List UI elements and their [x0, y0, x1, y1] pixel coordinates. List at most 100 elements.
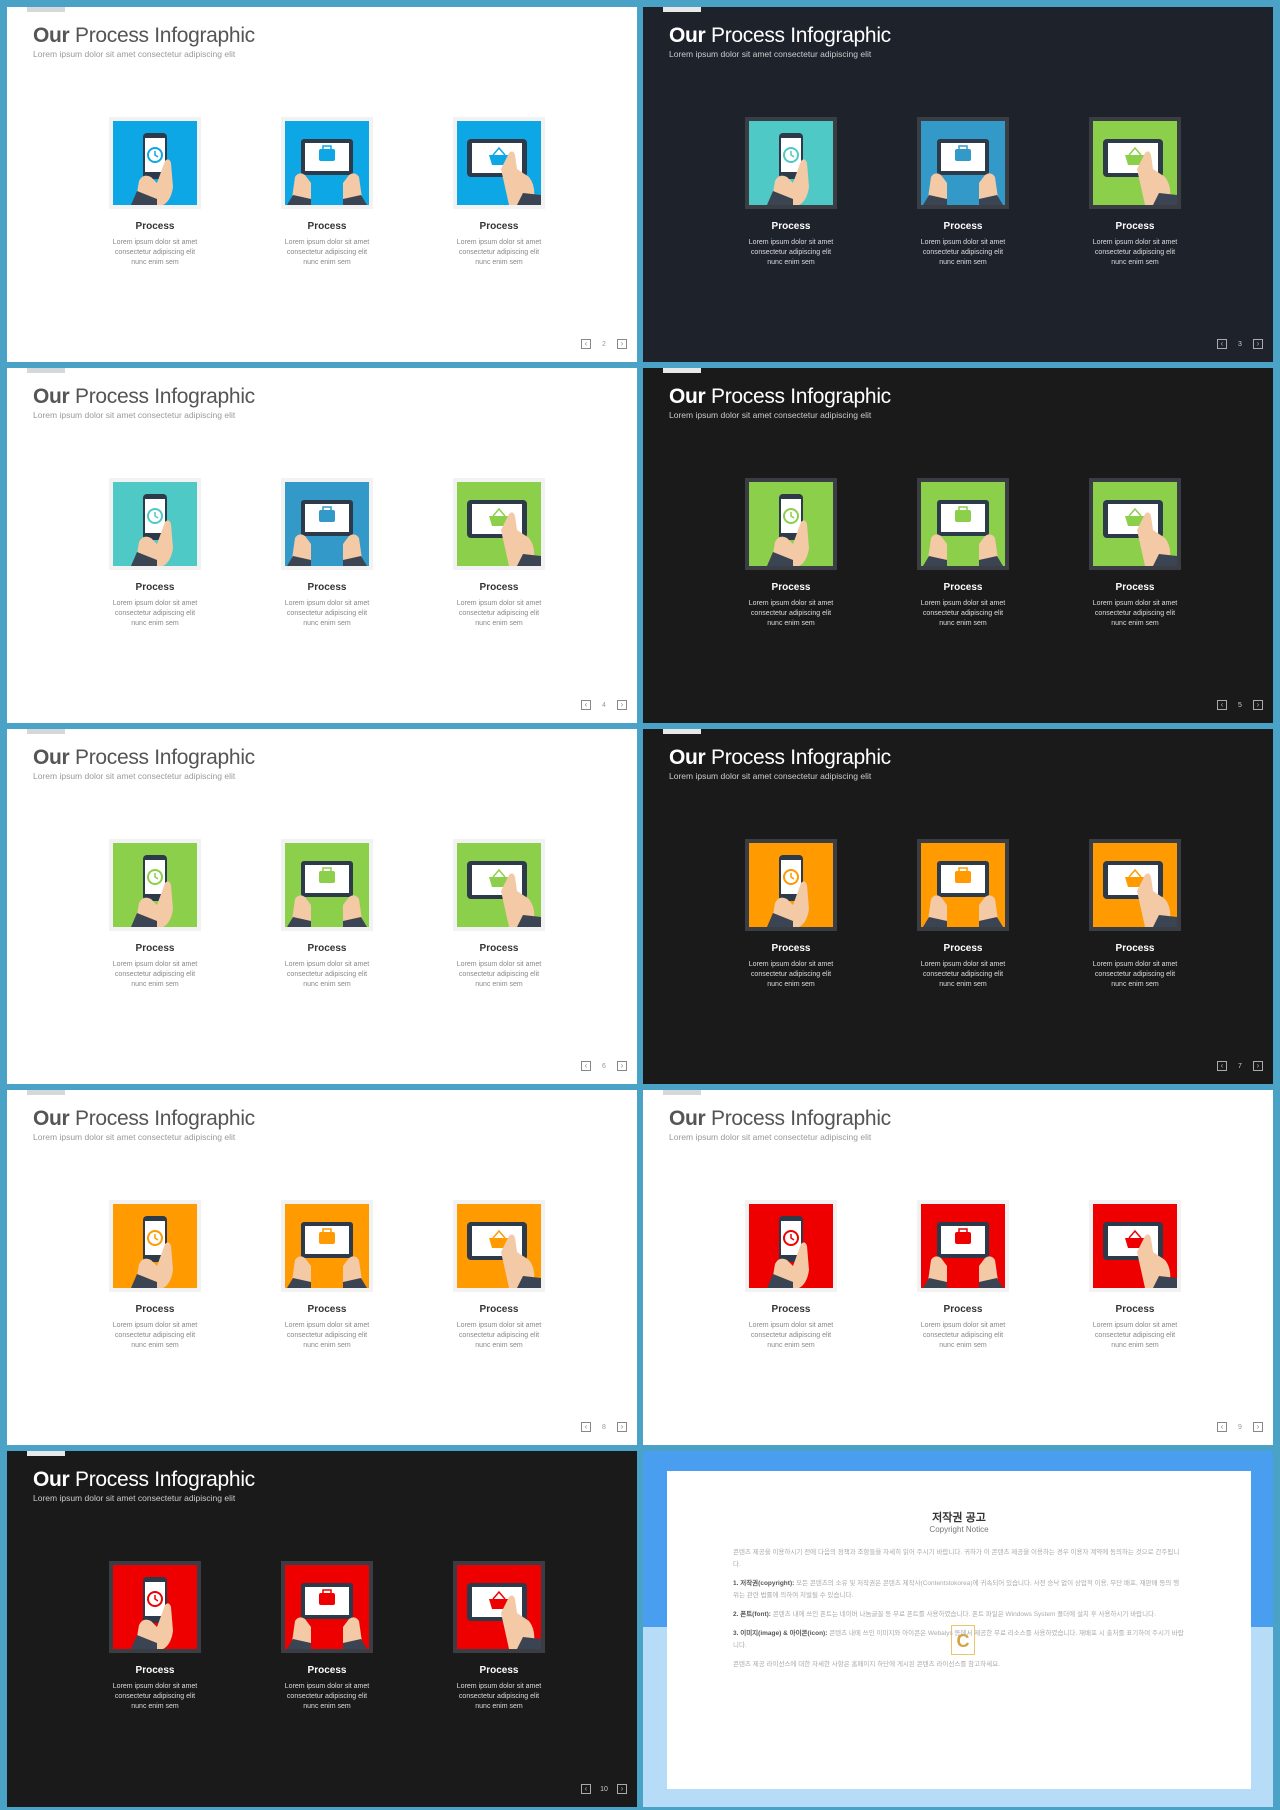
- copyright-outro: 콘텐츠 제공 라이선스에 대한 자세한 사항은 홈페이지 하단에 게시된 콘텐츠…: [733, 1661, 1000, 1668]
- process-item: Process Lorem ipsum dolor sit amet conse…: [903, 1200, 1023, 1351]
- process-tile: [745, 117, 837, 209]
- prev-slide-button[interactable]: ‹: [1217, 1061, 1227, 1071]
- process-label: Process: [771, 1304, 811, 1315]
- process-item: Process Lorem ipsum dolor sit amet conse…: [95, 839, 215, 990]
- next-slide-button[interactable]: ›: [617, 339, 627, 349]
- slide-accent-bar: [27, 7, 65, 12]
- prev-slide-button[interactable]: ‹: [581, 1784, 591, 1794]
- slide-pager: ‹ 7 ›: [1217, 1060, 1263, 1072]
- process-description: Lorem ipsum dolor sit amet consectetur a…: [1092, 1322, 1178, 1349]
- tablet-briefcase-icon: [285, 1565, 369, 1649]
- slide-subtitle: Lorem ipsum dolor sit amet consectetur a…: [669, 1132, 872, 1142]
- process-description: Lorem ipsum dolor sit amet consectetur a…: [284, 961, 370, 988]
- process-label: Process: [1115, 943, 1155, 954]
- slide-grid: Our Process Infographic Lorem ipsum dolo…: [7, 7, 1273, 1807]
- slide-subtitle: Lorem ipsum dolor sit amet consectetur a…: [33, 410, 236, 420]
- process-description: Lorem ipsum dolor sit amet consectetur a…: [748, 239, 834, 266]
- slide-title: Our Process Infographic: [33, 24, 255, 48]
- prev-slide-button[interactable]: ‹: [1217, 1422, 1227, 1432]
- process-items: Process Lorem ipsum dolor sit amet conse…: [643, 117, 1273, 267]
- process-item: Process Lorem ipsum dolor sit amet conse…: [267, 117, 387, 268]
- process-label: Process: [771, 943, 811, 954]
- prev-slide-button[interactable]: ‹: [581, 339, 591, 349]
- next-slide-button[interactable]: ›: [1253, 339, 1263, 349]
- smartphone-clock-icon: [749, 482, 833, 566]
- process-description: Lorem ipsum dolor sit amet consectetur a…: [284, 239, 370, 266]
- next-slide-button[interactable]: ›: [617, 1422, 627, 1432]
- smartphone-clock-icon: [749, 843, 833, 927]
- slide-page-9: Our Process Infographic Lorem ipsum dolo…: [643, 1090, 1273, 1445]
- process-label: Process: [135, 221, 175, 232]
- next-slide-button[interactable]: ›: [1253, 700, 1263, 710]
- slide-accent-bar: [27, 1090, 65, 1095]
- process-items: Process Lorem ipsum dolor sit amet conse…: [7, 1561, 637, 1711]
- slide-page-10: Our Process Infographic Lorem ipsum dolo…: [7, 1451, 637, 1807]
- process-description: Lorem ipsum dolor sit amet consectetur a…: [456, 1683, 542, 1710]
- next-slide-button[interactable]: ›: [617, 700, 627, 710]
- process-tile: [453, 839, 545, 931]
- next-slide-button[interactable]: ›: [1253, 1422, 1263, 1432]
- process-item: Process Lorem ipsum dolor sit amet conse…: [903, 478, 1023, 629]
- slide-page-2: Our Process Infographic Lorem ipsum dolo…: [7, 7, 637, 362]
- tablet-briefcase-icon: [921, 121, 1005, 205]
- tablet-basket-icon: [457, 843, 541, 927]
- page-number: 6: [602, 1062, 606, 1070]
- slide-page-4: Our Process Infographic Lorem ipsum dolo…: [7, 368, 637, 723]
- process-label: Process: [943, 221, 983, 232]
- next-slide-button[interactable]: ›: [617, 1784, 627, 1794]
- slide-title-bold: Our: [33, 1468, 70, 1491]
- next-slide-button[interactable]: ›: [1253, 1061, 1263, 1071]
- process-description: Lorem ipsum dolor sit amet consectetur a…: [920, 1322, 1006, 1349]
- copyright-intro: 콘텐츠 제공을 이용하시기 전에 다음의 정책과 조항들을 자세히 읽어 주시기…: [733, 1549, 1180, 1568]
- slide-accent-bar: [663, 729, 701, 734]
- slide-title-rest: Process Infographic: [74, 24, 255, 47]
- page-number: 2: [602, 340, 606, 348]
- process-tile: [1089, 117, 1181, 209]
- tablet-briefcase-icon: [285, 121, 369, 205]
- slide-title-rest: Process Infographic: [710, 746, 891, 769]
- next-slide-button[interactable]: ›: [617, 1061, 627, 1071]
- process-description: Lorem ipsum dolor sit amet consectetur a…: [112, 1322, 198, 1349]
- slide-page-5: Our Process Infographic Lorem ipsum dolo…: [643, 368, 1273, 723]
- process-label: Process: [307, 582, 347, 593]
- prev-slide-button[interactable]: ‹: [1217, 700, 1227, 710]
- process-item: Process Lorem ipsum dolor sit amet conse…: [1075, 839, 1195, 990]
- slide-subtitle: Lorem ipsum dolor sit amet consectetur a…: [669, 49, 872, 59]
- process-label: Process: [1115, 582, 1155, 593]
- process-items: Process Lorem ipsum dolor sit amet conse…: [643, 1200, 1273, 1350]
- prev-slide-button[interactable]: ‹: [581, 1061, 591, 1071]
- process-tile: [109, 478, 201, 570]
- slide-title-rest: Process Infographic: [74, 385, 255, 408]
- prev-slide-button[interactable]: ‹: [1217, 339, 1227, 349]
- process-description: Lorem ipsum dolor sit amet consectetur a…: [748, 1322, 834, 1349]
- process-label: Process: [307, 1665, 347, 1676]
- process-tile: [453, 117, 545, 209]
- slide-page-6: Our Process Infographic Lorem ipsum dolo…: [7, 729, 637, 1084]
- slide-page-3: Our Process Infographic Lorem ipsum dolo…: [643, 7, 1273, 362]
- slide-title: Our Process Infographic: [33, 746, 255, 770]
- process-tile: [453, 478, 545, 570]
- process-description: Lorem ipsum dolor sit amet consectetur a…: [456, 600, 542, 627]
- process-tile: [281, 1200, 373, 1292]
- process-label: Process: [479, 221, 519, 232]
- process-description: Lorem ipsum dolor sit amet consectetur a…: [748, 961, 834, 988]
- process-description: Lorem ipsum dolor sit amet consectetur a…: [284, 1683, 370, 1710]
- process-label: Process: [479, 943, 519, 954]
- process-description: Lorem ipsum dolor sit amet consectetur a…: [920, 961, 1006, 988]
- page-number: 10: [600, 1785, 608, 1793]
- prev-slide-button[interactable]: ‹: [581, 1422, 591, 1432]
- process-tile: [917, 839, 1009, 931]
- process-tile: [281, 1561, 373, 1653]
- slide-title-bold: Our: [33, 385, 70, 408]
- copyright-section-3: 3. 이미지(image) & 아이콘(icon): 콘텐츠 내에 쓰인 이미지…: [733, 1628, 1185, 1652]
- process-item: Process Lorem ipsum dolor sit amet conse…: [95, 478, 215, 629]
- process-item: Process Lorem ipsum dolor sit amet conse…: [267, 1200, 387, 1351]
- process-label: Process: [771, 221, 811, 232]
- slide-accent-bar: [27, 368, 65, 373]
- prev-slide-button[interactable]: ‹: [581, 700, 591, 710]
- process-tile: [1089, 839, 1181, 931]
- process-items: Process Lorem ipsum dolor sit amet conse…: [7, 839, 637, 989]
- process-description: Lorem ipsum dolor sit amet consectetur a…: [1092, 961, 1178, 988]
- slide-title-rest: Process Infographic: [710, 1107, 891, 1130]
- process-items: Process Lorem ipsum dolor sit amet conse…: [643, 478, 1273, 628]
